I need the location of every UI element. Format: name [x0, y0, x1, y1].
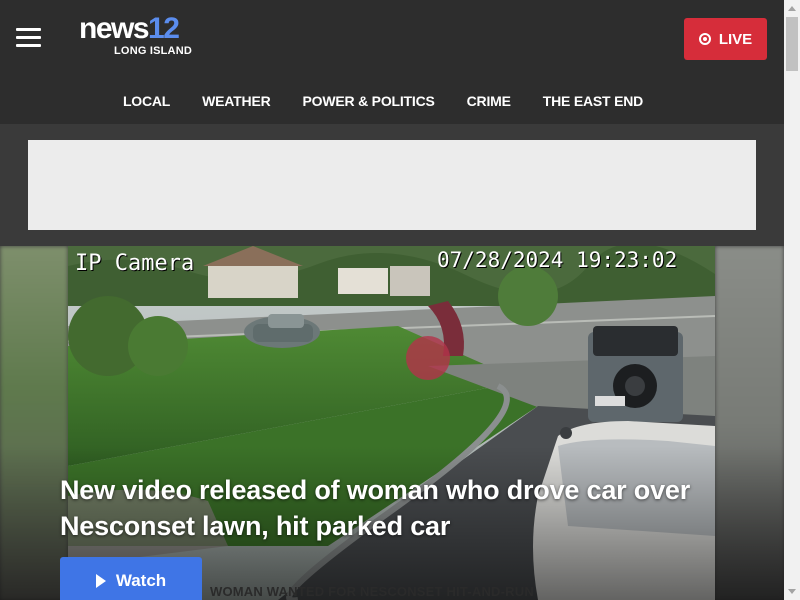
nav-item-weather[interactable]: WEATHER [202, 93, 271, 109]
video-lower-third: WOMAN WANTED FOR NESCONSET HIT-AND-RUN [210, 584, 534, 599]
watch-button[interactable]: Watch [60, 557, 202, 600]
site-logo[interactable]: news12 LONG ISLAND [79, 14, 194, 58]
page-scrollbar[interactable] [784, 0, 800, 600]
scroll-down-arrow-icon[interactable] [784, 583, 800, 600]
nav-item-power-politics[interactable]: POWER & POLITICS [303, 93, 435, 109]
main-nav: LOCAL WEATHER POWER & POLITICS CRIME THE… [0, 78, 784, 124]
hero-headline[interactable]: New video released of woman who drove ca… [60, 472, 760, 544]
camera-label: IP Camera [75, 251, 195, 276]
nav-item-crime[interactable]: CRIME [467, 93, 511, 109]
camera-timestamp: 07/28/2024 19:23:02 [437, 248, 678, 272]
logo-wordmark: news12 [79, 12, 180, 45]
ad-placeholder[interactable] [28, 140, 756, 230]
play-icon [95, 574, 106, 588]
live-button-label: LIVE [718, 30, 753, 48]
hamburger-menu-icon[interactable] [16, 28, 41, 48]
scrollbar-thumb[interactable] [786, 17, 798, 71]
watch-button-label: Watch [115, 571, 167, 590]
nav-item-east-end[interactable]: THE EAST END [543, 93, 643, 109]
site-header: news12 LONG ISLAND LIVE [0, 0, 784, 78]
nav-item-local[interactable]: LOCAL [123, 93, 170, 109]
live-record-icon [698, 33, 711, 45]
hero-video[interactable] [0, 246, 784, 600]
live-button[interactable]: LIVE [684, 18, 767, 60]
logo-region: LONG ISLAND [114, 45, 192, 57]
ad-band [0, 124, 784, 246]
scroll-up-arrow-icon[interactable] [784, 0, 800, 17]
